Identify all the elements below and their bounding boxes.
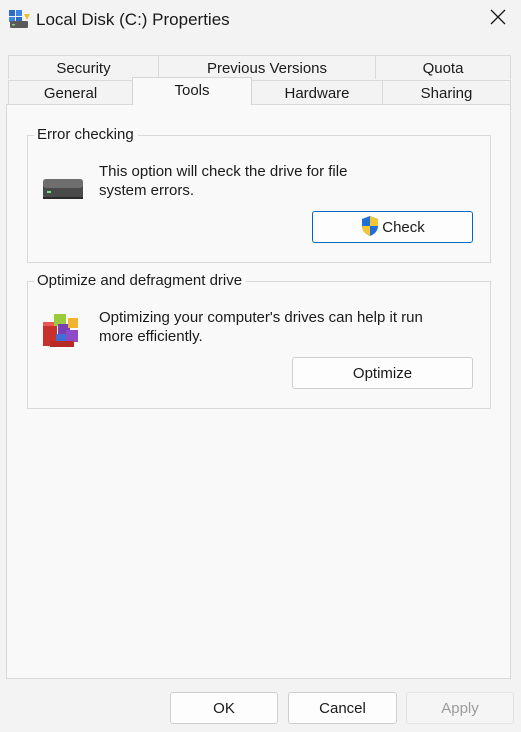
tab-previous-versions[interactable]: Previous Versions	[158, 55, 376, 79]
hard-drive-icon	[42, 176, 84, 206]
title-bar: Local Disk (C:) Properties	[0, 0, 521, 40]
error-checking-desc-line2: system errors.	[99, 182, 195, 199]
optimize-button[interactable]: Optimize	[292, 357, 473, 389]
tab-quota[interactable]: Quota	[375, 55, 511, 79]
tab-tools[interactable]: Tools	[132, 77, 252, 105]
uac-shield-icon	[360, 215, 380, 241]
tools-panel: Error checking This option will check th…	[6, 104, 511, 679]
optimize-desc-line2: more efficiently.	[99, 328, 203, 345]
ok-button[interactable]: OK	[170, 692, 278, 724]
tab-general[interactable]: General	[8, 80, 133, 104]
cancel-button[interactable]: Cancel	[288, 692, 397, 724]
check-button[interactable]: Check	[312, 211, 473, 243]
check-button-label: Check	[382, 218, 425, 236]
drive-with-network-icon	[8, 8, 32, 30]
error-checking-desc-line1: This option will check the drive for fil…	[99, 163, 348, 180]
error-checking-legend: Error checking	[34, 126, 138, 143]
tab-sharing[interactable]: Sharing	[382, 80, 511, 104]
dialog-footer: OK Cancel Apply	[0, 679, 521, 732]
optimize-group: Optimize and defragment drive Optimizing…	[27, 272, 491, 409]
tab-hardware[interactable]: Hardware	[251, 80, 383, 104]
close-button[interactable]	[475, 0, 521, 38]
optimize-desc-line1: Optimizing your computer's drives can he…	[99, 309, 423, 326]
tab-security[interactable]: Security	[8, 55, 159, 79]
window-title: Local Disk (C:) Properties	[36, 10, 230, 29]
optimize-legend: Optimize and defragment drive	[34, 272, 247, 289]
close-icon	[490, 9, 506, 29]
error-checking-group: Error checking This option will check th…	[27, 126, 491, 263]
apply-button[interactable]: Apply	[406, 692, 514, 724]
defrag-blocks-icon	[40, 308, 84, 356]
